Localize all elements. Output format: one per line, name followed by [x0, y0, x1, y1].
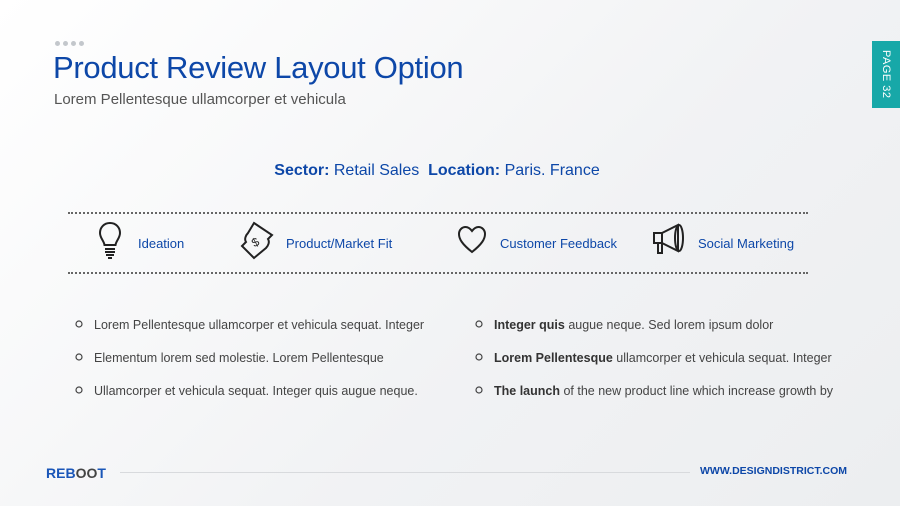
- circle-bullet-icon: [75, 386, 83, 394]
- footer-logo: REBOOT: [46, 465, 106, 481]
- list-item: Lorem Pellentesque ullamcorper et vehicu…: [74, 318, 424, 351]
- page-number: PAGE 32: [880, 50, 892, 99]
- lightbulb-icon: [98, 221, 122, 259]
- page-title: Product Review Layout Option: [53, 50, 464, 85]
- page-subtitle: Lorem Pellentesque ullamcorper et vehicu…: [54, 91, 346, 108]
- circle-bullet-icon: [75, 353, 83, 361]
- circle-bullet-icon: [475, 320, 483, 328]
- location-value: Paris. France: [504, 162, 600, 179]
- slide-dots: [55, 41, 84, 46]
- location-label: Location:: [428, 162, 501, 179]
- circle-bullet-icon: [75, 320, 83, 328]
- sector-value: Retail Sales: [333, 162, 420, 179]
- list-item: Lorem Pellentesque ullamcorper et vehicu…: [474, 351, 833, 384]
- circle-bullet-icon: [475, 353, 483, 361]
- list-item: Integer quis augue neque. Sed lorem ipsu…: [474, 318, 833, 351]
- category-label: Customer Feedback: [500, 235, 618, 251]
- heart-icon: [457, 225, 487, 254]
- sector-location-line: Sector: Retail Sales Location: Paris. Fr…: [0, 162, 874, 180]
- category-customer-feedback: Customer Feedback: [456, 220, 617, 260]
- bullet-list-right: Integer quis augue neque. Sed lorem ipsu…: [474, 318, 833, 417]
- category-product-market-fit: $ Product/Market Fit: [240, 220, 392, 260]
- dollar-bill-icon: $: [240, 221, 274, 260]
- sector-label: Sector:: [274, 162, 330, 179]
- list-item: Elementum lorem sed molestie. Lorem Pell…: [74, 351, 424, 384]
- list-item: Ullamcorper et vehicula sequat. Integer …: [74, 384, 424, 417]
- divider-bottom: [68, 272, 808, 274]
- footer-url: WWW.DESIGNDISTRICT.COM: [700, 465, 847, 477]
- megaphone-icon: [653, 223, 684, 254]
- category-social-marketing: Social Marketing: [652, 220, 794, 260]
- bullet-list-left: Lorem Pellentesque ullamcorper et vehicu…: [74, 318, 424, 417]
- category-label: Product/Market Fit: [286, 235, 393, 251]
- page-number-tab: PAGE 32: [872, 41, 900, 108]
- category-label: Ideation: [138, 235, 185, 251]
- divider-top: [68, 212, 808, 214]
- list-item: The launch of the new product line which…: [474, 384, 833, 417]
- footer-divider: [120, 472, 690, 473]
- category-ideation: Ideation: [94, 220, 184, 260]
- circle-bullet-icon: [475, 386, 483, 394]
- category-label: Social Marketing: [698, 235, 795, 251]
- svg-text:$: $: [249, 234, 262, 250]
